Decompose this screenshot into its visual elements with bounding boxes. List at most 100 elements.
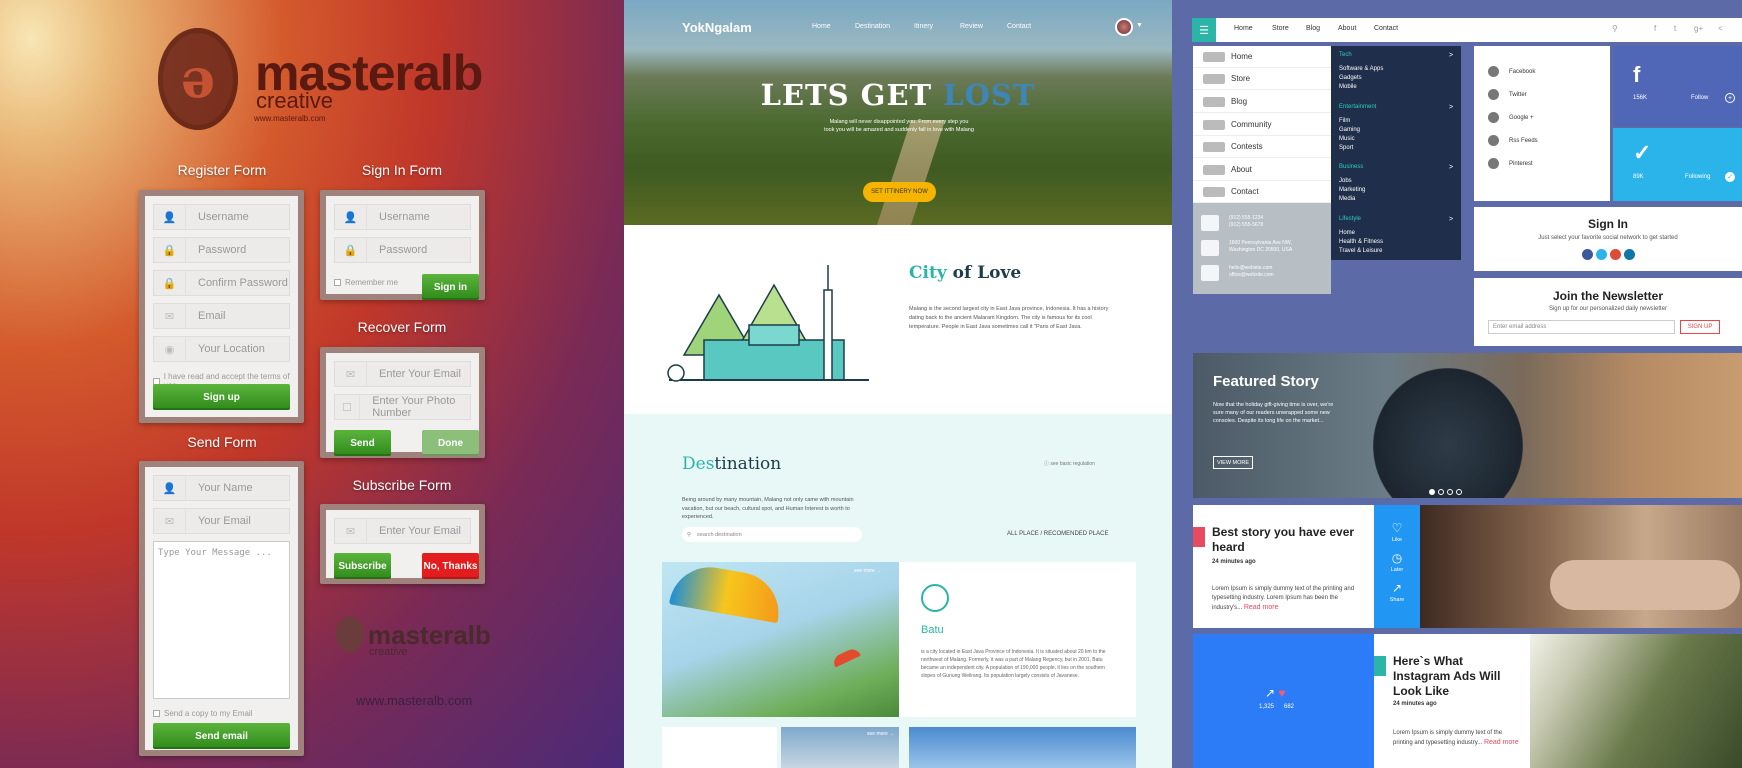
twitter-icon[interactable] xyxy=(1595,249,1607,260)
topnav-contact[interactable]: Contact xyxy=(1374,25,1398,32)
topnav-home[interactable]: Home xyxy=(1234,25,1253,32)
submenu-item[interactable]: Software & Apps xyxy=(1339,66,1383,72)
submenu-item[interactable]: Home xyxy=(1339,230,1355,236)
menu-item-home[interactable]: Home xyxy=(1193,46,1331,68)
submenu-item[interactable]: Health & Fitness xyxy=(1339,239,1383,245)
remember-me-checkbox[interactable]: Remember me xyxy=(334,278,398,287)
submenu-item[interactable]: Music xyxy=(1339,136,1355,142)
sign-up-button[interactable]: SIGN UP xyxy=(1680,320,1720,334)
hamburger-icon[interactable]: ☰ xyxy=(1192,18,1216,42)
password-field[interactable]: 🔒 Password xyxy=(153,237,290,263)
site-logo[interactable]: YokNgalam xyxy=(682,20,752,35)
subscribe-email-field[interactable]: ✉ Enter Your Email xyxy=(334,518,471,544)
sky-thumb[interactable] xyxy=(909,727,1136,768)
username-field[interactable]: 👤 Username xyxy=(153,204,290,230)
submenu-item[interactable]: Marketing xyxy=(1339,187,1365,193)
nav-contact[interactable]: Contact xyxy=(1007,23,1031,30)
done-button[interactable]: Done xyxy=(422,430,479,456)
share-icon[interactable]: ↗ ♥ xyxy=(1265,686,1286,700)
email-field[interactable]: ✉ Your Email xyxy=(153,508,290,534)
submenu-head[interactable]: Tech xyxy=(1339,52,1352,58)
newsletter-email-input[interactable]: Enter email address xyxy=(1488,320,1675,334)
following-label[interactable]: Following xyxy=(1685,174,1710,180)
submenu-item[interactable]: Gaming xyxy=(1339,127,1360,133)
username-field[interactable]: 👤 Username xyxy=(334,204,471,230)
subscribe-button[interactable]: Subscribe xyxy=(334,553,391,579)
facebook-icon[interactable]: f xyxy=(1654,24,1656,33)
mountain-thumb[interactable] xyxy=(662,727,777,768)
carousel-dots[interactable] xyxy=(1429,489,1462,495)
view-more-button[interactable]: VIEW MORE xyxy=(1213,456,1253,469)
submenu-item[interactable]: Jobs xyxy=(1339,178,1352,184)
no-thanks-button[interactable]: No, Thanks xyxy=(422,553,479,579)
share-icon[interactable]: < xyxy=(1718,24,1723,33)
follow-label[interactable]: Follow xyxy=(1691,95,1708,101)
social-facebook[interactable]: Facebook xyxy=(1488,66,1535,77)
submenu-item[interactable]: Travel & Leisure xyxy=(1339,248,1382,254)
social-pinterest[interactable]: Pinterest xyxy=(1488,158,1533,169)
read-more-link[interactable]: Read more xyxy=(1244,604,1279,611)
place-filter[interactable]: ALL PLACE / RECOMENDED PLACE xyxy=(1007,531,1108,537)
menu-item-contact[interactable]: Contact xyxy=(1193,181,1331,203)
see-more-link[interactable]: see more → xyxy=(867,731,894,737)
submenu-head[interactable]: Business xyxy=(1339,164,1363,170)
see-more-link[interactable]: see more → xyxy=(854,568,881,574)
later-button[interactable]: ◷ Later xyxy=(1374,551,1420,573)
search-input[interactable]: ⚲ search destination xyxy=(682,527,862,542)
location-field[interactable]: ◉ Your Location xyxy=(153,336,290,362)
send-email-button[interactable]: Send email xyxy=(153,723,290,749)
read-more-link[interactable]: Read more xyxy=(1484,739,1519,746)
submenu-head[interactable]: Lifestyle xyxy=(1339,216,1361,222)
submenu-item[interactable]: Mobile xyxy=(1339,84,1357,90)
sign-up-button[interactable]: Sign up xyxy=(153,384,290,410)
menu-item-community[interactable]: Community xyxy=(1193,114,1331,136)
nav-home[interactable]: Home xyxy=(812,23,831,30)
linkedin-icon[interactable] xyxy=(1623,249,1635,260)
confirm-password-field[interactable]: 🔒 Confirm Password xyxy=(153,270,290,296)
name-field[interactable]: 👤 Your Name xyxy=(153,475,290,501)
submenu-item[interactable]: Gadgets xyxy=(1339,75,1362,81)
story-title[interactable]: Best story you have ever heard xyxy=(1212,525,1367,555)
avatar[interactable] xyxy=(1115,18,1133,36)
search-icon[interactable]: ⚲ xyxy=(1612,24,1618,33)
regulation-link[interactable]: ⓘ see basic regulation xyxy=(1044,460,1095,467)
social-google[interactable]: Google + xyxy=(1488,112,1534,123)
submenu-item[interactable]: Media xyxy=(1339,196,1355,202)
send-copy-checkbox[interactable]: Send a copy to my Email xyxy=(153,709,252,718)
social-twitter[interactable]: Twitter xyxy=(1488,89,1527,100)
menu-item-store[interactable]: Store xyxy=(1193,68,1331,90)
heart-icon[interactable]: ♥ xyxy=(1278,686,1285,700)
send-button[interactable]: Send xyxy=(334,430,391,456)
nav-destination[interactable]: Destination xyxy=(855,23,890,30)
share-button[interactable]: ↗ Share xyxy=(1374,581,1420,603)
nav-review[interactable]: Review xyxy=(960,23,983,30)
insta-title[interactable]: Here`s What Instagram Ads Will Look Like xyxy=(1393,654,1523,699)
phone-field[interactable]: ☐ Enter Your Photo Number xyxy=(334,394,471,420)
like-button[interactable]: ♡ Like xyxy=(1374,521,1420,543)
submenu-item[interactable]: Film xyxy=(1339,118,1350,124)
chevron-right-icon[interactable]: > xyxy=(1449,104,1453,111)
chevron-right-icon[interactable]: > xyxy=(1449,52,1453,59)
submenu-item[interactable]: Sport xyxy=(1339,145,1353,151)
topnav-about[interactable]: About xyxy=(1338,25,1356,32)
google-plus-icon[interactable] xyxy=(1609,249,1621,260)
submenu-head[interactable]: Entertainment xyxy=(1339,104,1376,110)
chevron-right-icon[interactable]: > xyxy=(1449,164,1453,171)
menu-item-contests[interactable]: Contests xyxy=(1193,136,1331,158)
facebook-icon[interactable] xyxy=(1581,249,1593,260)
recover-email-field[interactable]: ✉ Enter Your Email xyxy=(334,361,471,387)
menu-item-blog[interactable]: Blog xyxy=(1193,91,1331,113)
email-field[interactable]: ✉ Email xyxy=(153,303,290,329)
sign-in-button[interactable]: Sign in xyxy=(422,274,479,300)
menu-item-about[interactable]: About xyxy=(1193,159,1331,181)
topnav-blog[interactable]: Blog xyxy=(1306,25,1320,32)
password-field[interactable]: 🔒 Password xyxy=(334,237,471,263)
chevron-down-icon[interactable]: ▼ xyxy=(1136,22,1143,29)
nav-itinery[interactable]: Itinery xyxy=(914,23,933,30)
chevron-right-icon[interactable]: > xyxy=(1449,216,1453,223)
twitter-icon[interactable]: t xyxy=(1674,24,1676,33)
paragliding-image[interactable] xyxy=(662,562,899,717)
google-plus-icon[interactable]: g+ xyxy=(1694,24,1703,33)
set-itinery-button[interactable]: SET ITTINERY NOW xyxy=(863,182,936,202)
social-rss[interactable]: Rss Feeds xyxy=(1488,135,1538,146)
